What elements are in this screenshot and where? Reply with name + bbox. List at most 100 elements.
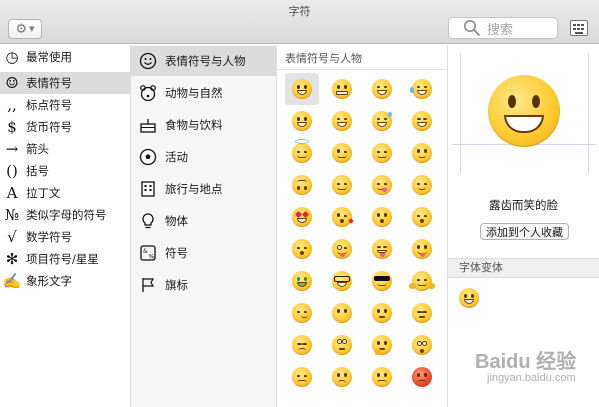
emoji-smirk[interactable] [285,297,319,329]
emoji-laughing[interactable] [405,105,439,137]
emoji-tongue-wink[interactable] [325,233,359,265]
punctuation-icon: ,, [7,96,17,114]
emoji-sweat-smile[interactable] [365,105,399,137]
emoji-upside-down[interactable] [285,169,319,201]
emoji-smiley[interactable] [285,105,319,137]
emoji-joy[interactable] [405,73,439,105]
emoji-nerd[interactable] [325,265,359,297]
category-label: 括号 [26,164,49,178]
category-label: 象形文字 [26,274,72,288]
category-latin[interactable]: A 拉丁文 [0,182,131,204]
emoji-flushed[interactable] [405,329,439,361]
emoji-thinking[interactable] [365,329,399,361]
search-field[interactable]: 搜索 [448,17,558,39]
asterisk-icon: ✻ [5,250,19,268]
category-currency[interactable]: $ 货币符号 [0,116,131,138]
category-label: 最常使用 [26,50,72,64]
category-label: 数学符号 [26,230,72,244]
category-bullets-stars[interactable]: ✻ 项目符号/星星 [0,248,131,270]
emoji-blush[interactable] [365,137,399,169]
emoji-sunglasses[interactable] [365,265,399,297]
subcategory-label: 动物与自然 [165,86,223,100]
emoji-disappointed[interactable] [285,361,319,393]
category-label: 箭头 [26,142,49,156]
arrow-icon: → [5,140,19,158]
category-label: 类似字母的符号 [26,208,107,222]
subcategory-activity[interactable]: 活动 [131,142,277,172]
emoji-expressionless[interactable] [405,297,439,329]
category-pictographs[interactable]: ✍ 象形文字 [0,270,131,292]
cake-icon [131,116,165,134]
emoji-wink[interactable] [325,137,359,169]
emoji-kissing-heart[interactable] [325,201,359,233]
emoji-kissing-closed-eyes[interactable] [285,233,319,265]
category-emoji[interactable]: ☺ 表情符号 [0,72,131,94]
latin-a-icon: A [6,184,18,202]
clock-icon: ◷ [5,48,19,66]
emoji-rage[interactable] [405,361,439,393]
subcategory-label: 旅行与地点 [165,182,223,196]
emoji-neutral[interactable] [365,297,399,329]
subcategory-travel-places[interactable]: 旅行与地点 [131,174,277,204]
add-to-favorites-button[interactable]: 添加到个人收藏 [480,223,569,240]
emoji-hugging[interactable] [405,265,439,297]
category-brackets[interactable]: () 括号 [0,160,131,182]
watermark-logo-text: Baidu 经验 [475,351,577,373]
subcategory-smileys-people[interactable]: 表情符号与人物 [131,46,277,76]
emoji-relaxed[interactable] [325,169,359,201]
subcategory-list: 表情符号与人物 动物与自然 食物与饮料 活动 旅行与地点 物体 &% 符号 旗标 [131,45,277,407]
emoji-grinning[interactable] [285,73,319,105]
emoji-grimacing[interactable] [325,73,359,105]
emoji-rolling-eyes[interactable] [325,329,359,361]
emoji-angry[interactable] [365,361,399,393]
symbols-icon: &% [131,244,165,262]
category-label: 表情符号 [26,76,72,90]
emoji-money-mouth[interactable] [285,265,319,297]
emoji-grid-panel: 表情符号与人物 [277,45,447,407]
font-variant-item[interactable] [459,288,479,308]
subcategory-animals-nature[interactable]: 动物与自然 [131,78,277,108]
category-letterlike[interactable]: № 类似字母的符号 [0,204,131,226]
font-variants-header: 字体变体 [448,258,599,278]
emoji-slight-smile[interactable] [405,137,439,169]
svg-text:&: & [143,248,148,255]
flag-icon [131,276,165,294]
pictograph-icon: ✍ [2,272,22,290]
watermark: Baidu 经验 jingyan.baidu.com [455,345,595,405]
emoji-kissing[interactable] [365,201,399,233]
category-arrows[interactable]: → 箭头 [0,138,131,160]
emoji-relieved[interactable] [405,169,439,201]
subcategory-flags[interactable]: 旗标 [131,270,277,300]
subcategory-objects[interactable]: 物体 [131,206,277,236]
emoji-tongue-closed-eyes[interactable] [365,233,399,265]
category-punctuation[interactable]: ,, 标点符号 [0,94,131,116]
emoji-grin[interactable] [365,73,399,105]
category-label: 货币符号 [26,120,72,134]
emoji-innocent[interactable] [285,137,319,169]
smiley-icon [131,52,165,70]
emoji-yum[interactable] [365,169,399,201]
emoji-no-mouth[interactable] [325,297,359,329]
divider [277,69,447,70]
numero-icon: № [4,206,20,224]
building-icon [131,180,165,198]
category-frequently-used[interactable]: ◷ 最常使用 [0,46,131,68]
chevron-down-icon: ▼ [29,25,35,33]
category-label: 标点符号 [26,98,72,112]
emoji-kissing-smiling-eyes[interactable] [405,201,439,233]
emoji-tongue[interactable] [405,233,439,265]
emoji-unamused[interactable] [285,329,319,361]
action-menu-button[interactable]: ⚙ ▼ [8,19,42,39]
lightbulb-icon [131,212,165,230]
keyboard-viewer-button[interactable] [570,20,588,36]
subcategory-symbols[interactable]: &% 符号 [131,238,277,268]
subcategory-label: 符号 [165,246,188,260]
emoji-smile[interactable] [325,105,359,137]
subcategory-label: 食物与饮料 [165,118,223,132]
category-math[interactable]: √ 数学符号 [0,226,131,248]
sqrt-icon: √ [7,228,17,246]
subcategory-food-drink[interactable]: 食物与饮料 [131,110,277,140]
emoji-heart-eyes[interactable] [285,201,319,233]
emoji-worried[interactable] [325,361,359,393]
window-toolbar: 字符 ⚙ ▼ 搜索 [0,0,599,44]
